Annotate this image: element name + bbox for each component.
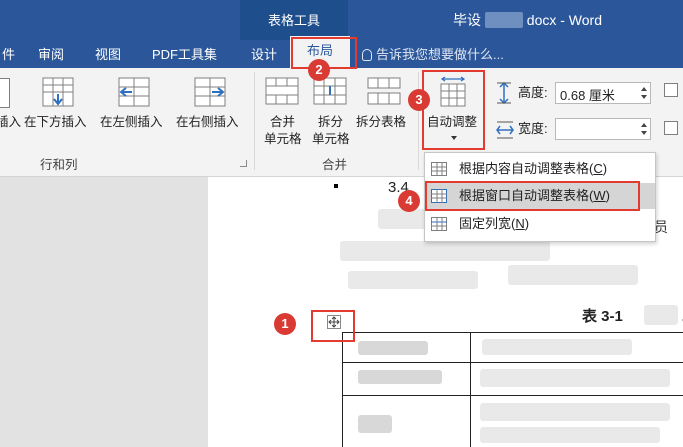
split-table-icon [367, 77, 401, 105]
table-tools-context-group: 表格工具 [240, 0, 348, 40]
table-cell [480, 403, 670, 421]
spin-up-icon[interactable] [641, 87, 647, 91]
row-height-icon [497, 82, 511, 104]
table-cell [358, 370, 442, 384]
insert-left-label: 在左侧插入 [100, 115, 163, 129]
table-rule [342, 332, 683, 333]
row-height-value: 0.68 厘米 [560, 88, 615, 103]
search-hint-text: 告诉我您想要做什么... [376, 47, 504, 62]
merge-cells-label-1: 合并 [270, 115, 296, 129]
merge-cells-label-2: 单元格 [264, 132, 302, 146]
group-label-rows-columns: 行和列 [40, 158, 78, 172]
annotation-badge-4: 4 [398, 190, 420, 212]
tab-view[interactable]: 视图 [95, 44, 121, 63]
insert-above-icon [0, 78, 10, 108]
split-cells-label-1: 拆分 [318, 115, 344, 129]
tab-review[interactable]: 审阅 [38, 44, 64, 63]
insert-below-label: 在下方插入 [24, 115, 87, 129]
menu-item-fixed-column-width[interactable]: 固定列宽(N) [425, 211, 655, 237]
distribute-rows-icon[interactable] [664, 83, 678, 97]
table-tools-label: 表格工具 [267, 13, 320, 28]
redacted-text [340, 241, 550, 261]
insert-right-icon [194, 77, 226, 107]
menu-item-label: 固定列宽(N) [459, 216, 530, 231]
table-rule [342, 362, 683, 363]
redacted-text [348, 271, 478, 289]
group-label-merge: 合并 [322, 158, 348, 172]
insert-left-icon [118, 77, 150, 107]
document-title: 毕设 docx - Word [453, 10, 602, 30]
table-cell [480, 369, 670, 387]
autofit-contents-icon [431, 162, 447, 176]
group-separator [418, 72, 419, 170]
table-cell [358, 415, 392, 433]
annotation-badge-3: 3 [408, 89, 430, 111]
annotation-box-move-handle [311, 310, 355, 342]
table-rule [342, 395, 683, 396]
spin-down-icon[interactable] [641, 131, 647, 135]
lightbulb-icon [362, 49, 372, 61]
document-title-suffix: docx - Word [526, 12, 602, 28]
annotation-box-menu-item [425, 181, 640, 211]
table-rule [342, 332, 343, 447]
width-label: 宽度: [518, 121, 548, 136]
table-cell [358, 341, 428, 355]
row-height-input[interactable]: 0.68 厘米 [555, 82, 651, 104]
menu-item-autofit-contents[interactable]: 根据内容自动调整表格(C) [425, 156, 655, 182]
spin-up-icon[interactable] [641, 123, 647, 127]
rows-columns-dialog-launcher[interactable] [240, 160, 247, 167]
merge-cells-icon [265, 77, 299, 105]
redacted-text [508, 265, 638, 285]
split-table-label: 拆分表格 [356, 115, 407, 129]
insert-right-label: 在右侧插入 [176, 115, 239, 129]
insert-above-button[interactable]: 插入 [0, 114, 21, 130]
column-width-icon [496, 121, 514, 139]
table-caption: 表 3-1 [582, 308, 623, 325]
table-cell [480, 427, 660, 443]
document-title-prefix: 毕设 [453, 12, 481, 28]
redacted-caption [644, 305, 678, 325]
tell-me-search[interactable]: 告诉我您想要做什么... [362, 44, 504, 63]
menu-item-label: 根据内容自动调整表格(C) [459, 161, 608, 176]
annotation-badge-2: 2 [308, 59, 330, 81]
column-width-input[interactable] [555, 118, 651, 140]
split-cells-label-2: 单元格 [312, 132, 350, 146]
tab-design[interactable]: 设计 [251, 44, 277, 63]
redacted-title-part [484, 12, 523, 28]
tab-pdf-tools[interactable]: PDF工具集 [152, 44, 217, 63]
spin-down-icon[interactable] [641, 95, 647, 99]
text-fragment: 员 [654, 219, 668, 235]
fixed-width-icon [431, 217, 447, 231]
height-label: 高度: [518, 85, 548, 100]
tab-file[interactable]: 件 [2, 44, 15, 63]
distribute-columns-icon[interactable] [664, 121, 678, 135]
table-rule [470, 332, 471, 447]
table-cell [482, 339, 632, 355]
bullet-mark [334, 184, 338, 188]
annotation-box-autofit [422, 70, 485, 150]
annotation-badge-1: 1 [274, 313, 296, 335]
group-separator [254, 72, 255, 170]
insert-below-icon [42, 77, 74, 107]
